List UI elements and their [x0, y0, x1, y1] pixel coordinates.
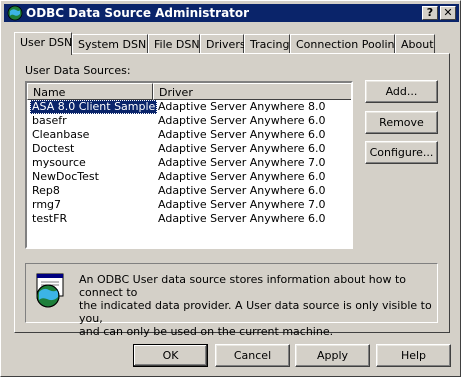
apply-button[interactable]: Apply	[295, 344, 370, 367]
tab-system-dsn[interactable]: System DSN	[72, 34, 148, 53]
tab-about[interactable]: About	[395, 34, 435, 53]
tab-file-dsn[interactable]: File DSN	[148, 34, 200, 53]
list-item[interactable]: basefr Adaptive Server Anywhere 6.0	[27, 114, 351, 128]
info-line-3: and can only be used on the current mach…	[79, 325, 334, 338]
remove-button[interactable]: Remove	[365, 111, 438, 134]
list-item-name: mysource	[32, 156, 86, 169]
info-line-1: An ODBC User data source stores informat…	[79, 273, 407, 299]
configure-button[interactable]: Configure...	[365, 141, 438, 164]
cancel-button[interactable]: Cancel	[215, 344, 290, 367]
help-button[interactable]: Help	[376, 344, 451, 367]
user-data-sources-label: User Data Sources:	[25, 64, 131, 77]
list-item-name: rmg7	[32, 198, 62, 211]
list-item[interactable]: Rep8 Adaptive Server Anywhere 6.0	[27, 184, 351, 198]
add-button[interactable]: Add...	[365, 80, 438, 103]
list-item-driver: Adaptive Server Anywhere 6.0	[158, 114, 326, 127]
data-source-list[interactable]: Name Driver ASA 8.0 Client Sample Adapti…	[25, 81, 353, 249]
column-header-name[interactable]: Name	[27, 83, 153, 100]
list-item-name: NewDocTest	[32, 170, 99, 183]
list-item-driver: Adaptive Server Anywhere 6.0	[158, 142, 326, 155]
list-item-driver: Adaptive Server Anywhere 6.0	[158, 212, 326, 225]
list-item-driver: Adaptive Server Anywhere 6.0	[158, 170, 326, 183]
list-item-name: basefr	[32, 114, 67, 127]
list-item-driver: Adaptive Server Anywhere 7.0	[158, 198, 326, 211]
list-item-name: testFR	[32, 212, 68, 225]
list-item-driver: Adaptive Server Anywhere 7.0	[158, 156, 326, 169]
list-item[interactable]: ASA 8.0 Client Sample Adaptive Server An…	[27, 100, 351, 114]
tab-drivers[interactable]: Drivers	[200, 34, 246, 53]
list-item[interactable]: mysource Adaptive Server Anywhere 7.0	[27, 156, 351, 170]
list-item-driver: Adaptive Server Anywhere 6.0	[158, 128, 326, 141]
tab-connection-pooling[interactable]: Connection Pooling	[290, 34, 402, 53]
title-bar[interactable]: ODBC Data Source Administrator ? ✕	[4, 4, 459, 22]
list-item-name: Rep8	[32, 184, 60, 197]
user-dsn-globe-icon	[36, 273, 64, 308]
info-line-2: the indicated data provider. A User data…	[79, 299, 432, 325]
list-item[interactable]: NewDocTest Adaptive Server Anywhere 6.0	[27, 170, 351, 184]
list-item-name: Cleanbase	[32, 128, 90, 141]
list-item-name: ASA 8.0 Client Sample	[30, 100, 158, 114]
list-item[interactable]: testFR Adaptive Server Anywhere 6.0	[27, 212, 351, 226]
odbc-admin-window: ODBC Data Source Administrator ? ✕ User …	[0, 0, 461, 377]
close-title-button[interactable]: ✕	[440, 6, 456, 20]
list-item-driver: Adaptive Server Anywhere 6.0	[158, 184, 326, 197]
window-title: ODBC Data Source Administrator	[26, 6, 250, 20]
list-item-name: Doctest	[32, 142, 75, 155]
ok-button[interactable]: OK	[133, 344, 208, 367]
list-item[interactable]: Cleanbase Adaptive Server Anywhere 6.0	[27, 128, 351, 142]
list-item[interactable]: rmg7 Adaptive Server Anywhere 7.0	[27, 198, 351, 212]
info-text: An ODBC User data source stores informat…	[79, 273, 434, 338]
tab-tracing[interactable]: Tracing	[244, 34, 290, 53]
help-title-button[interactable]: ?	[422, 6, 438, 20]
odbc-app-icon	[7, 5, 23, 21]
column-header-driver[interactable]: Driver	[153, 83, 351, 100]
tab-user-dsn[interactable]: User DSN	[14, 32, 72, 55]
list-item[interactable]: Doctest Adaptive Server Anywhere 6.0	[27, 142, 351, 156]
list-item-driver: Adaptive Server Anywhere 8.0	[158, 100, 326, 113]
